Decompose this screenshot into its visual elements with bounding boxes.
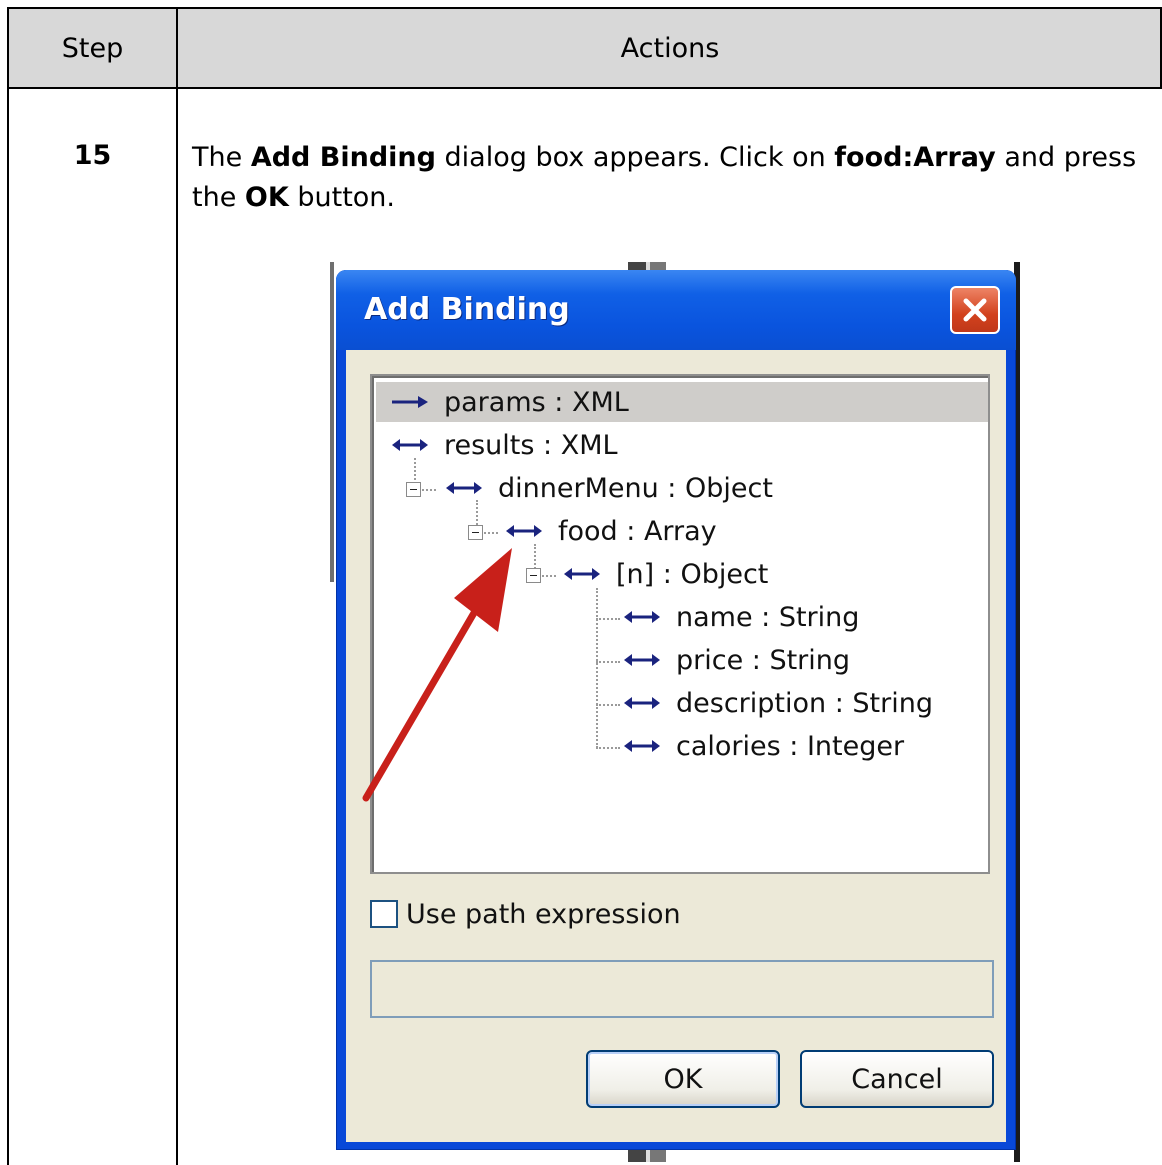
tree-item-description[interactable]: description : String <box>622 683 933 723</box>
tree-item-food[interactable]: food : Array <box>504 511 717 551</box>
instruction-text: The Add Binding dialog box appears. Clic… <box>192 138 1142 218</box>
tree-item-label: food : Array <box>558 515 717 547</box>
dialog-body: params : XML results : XML dinnerMenu : … <box>346 350 1006 1142</box>
tree-item-label: results : XML <box>444 429 618 461</box>
tree-connector <box>596 661 620 663</box>
double-arrow-icon <box>624 740 660 752</box>
tree-item-dinnermenu[interactable]: dinnerMenu : Object <box>444 468 773 508</box>
double-arrow-icon <box>392 439 428 451</box>
tree-item-price[interactable]: price : String <box>622 640 850 680</box>
collapse-toggle-icon[interactable] <box>468 525 483 540</box>
tree-item-label: name : String <box>676 601 860 633</box>
tree-connector <box>422 489 436 491</box>
tree-connector <box>596 704 620 706</box>
instruction-part: dialog box appears. Click on <box>435 142 835 173</box>
tree-item-label: description : String <box>676 687 933 719</box>
use-path-expression-row[interactable]: Use path expression <box>370 894 681 934</box>
cancel-button[interactable]: Cancel <box>800 1050 994 1108</box>
tree-item-results[interactable]: results : XML <box>390 425 618 465</box>
tree-item-label: [n] : Object <box>616 558 769 590</box>
header-step: Step <box>61 32 124 64</box>
close-icon <box>963 298 987 322</box>
binding-tree[interactable]: params : XML results : XML dinnerMenu : … <box>370 374 990 874</box>
instruction-bold-button: OK <box>244 182 289 213</box>
tree-connector <box>542 575 556 577</box>
tree-item-params[interactable]: params : XML <box>376 382 988 422</box>
tree-item-label: price : String <box>676 644 851 676</box>
tree-connector <box>484 532 498 534</box>
instruction-part: The <box>192 142 251 173</box>
step-number: 15 <box>73 140 112 171</box>
double-arrow-icon <box>624 654 660 666</box>
double-arrow-icon <box>624 611 660 623</box>
tree-connector <box>596 747 620 749</box>
double-arrow-icon <box>446 482 482 494</box>
instruction-part: button. <box>288 182 396 213</box>
close-button[interactable] <box>950 286 1000 334</box>
ok-button[interactable]: OK <box>586 1050 780 1108</box>
collapse-toggle-icon[interactable] <box>406 482 421 497</box>
tree-item-label: dinnerMenu : Object <box>498 472 773 504</box>
tree-connector <box>596 588 598 748</box>
use-path-expression-label: Use path expression <box>406 898 681 930</box>
right-arrow-icon <box>392 396 428 408</box>
path-expression-input[interactable] <box>370 960 994 1018</box>
instruction-bold-item: food:Array <box>834 142 996 173</box>
tree-item-n-object[interactable]: [n] : Object <box>562 554 768 594</box>
double-arrow-icon <box>624 697 660 709</box>
header-actions: Actions <box>620 32 720 64</box>
table-border-left <box>7 7 9 1165</box>
tree-item-label: params : XML <box>444 386 629 418</box>
dialog-title: Add Binding <box>364 292 570 327</box>
use-path-expression-checkbox[interactable] <box>370 900 398 928</box>
tree-connector <box>596 618 620 620</box>
double-arrow-icon <box>564 568 600 580</box>
background-edge <box>330 262 334 582</box>
collapse-toggle-icon[interactable] <box>526 568 541 583</box>
dialog-titlebar[interactable]: Add Binding <box>336 270 1016 350</box>
table-header-divider <box>7 87 1162 89</box>
double-arrow-icon <box>506 525 542 537</box>
tree-item-calories[interactable]: calories : Integer <box>622 726 904 766</box>
tree-item-name[interactable]: name : String <box>622 597 859 637</box>
background-splitter <box>628 1150 666 1162</box>
add-binding-dialog: Add Binding params: XML results: XML d… <box>336 270 1016 1150</box>
instruction-bold-dialog-name: Add Binding <box>250 142 436 173</box>
table-column-divider <box>176 7 178 1165</box>
tree-item-label: calories : Integer <box>676 730 905 762</box>
